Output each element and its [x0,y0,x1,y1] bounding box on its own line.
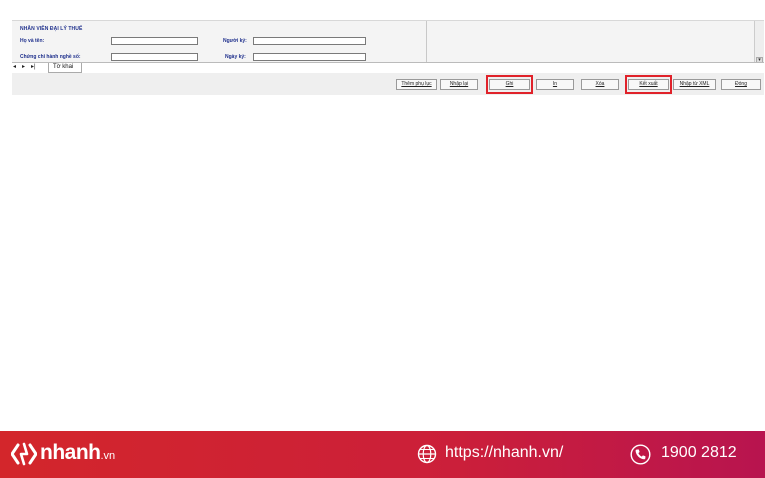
brand-main: nhanh [40,441,101,464]
brand-tld: .vn [100,450,116,462]
full-name-label: Họ và tên: [20,38,45,44]
hotline-number[interactable]: 1900 2812 [661,444,737,462]
brand-name: nhanh.vn [40,441,115,465]
certificate-label: Chứng chỉ hành nghề số: [20,54,81,60]
nhanh-logo-icon [11,442,37,466]
vertical-scrollbar[interactable]: ▾ [754,21,764,65]
panel-divider [426,21,427,65]
nav-next-icon[interactable]: ▸ [22,64,25,71]
re-enter-button[interactable]: Nhập lại [440,79,478,90]
sheet-tab-strip: ◂ ▸ ▸| Tờ khai [12,62,764,73]
delete-button[interactable]: Xóa [581,79,619,90]
globe-icon [417,444,437,464]
sign-date-input[interactable] [253,53,366,61]
tab-to-khai[interactable]: Tờ khai [48,63,83,73]
section-title: NHÂN VIÊN ĐẠI LÝ THUẾ [20,26,83,32]
action-toolbar: Thêm phụ lục Nhập lại Ghi In Xóa Kết xuấ… [12,73,764,95]
website-link[interactable]: https://nhanh.vn/ [445,444,563,462]
nav-first-icon[interactable]: ◂ [13,64,16,71]
save-highlight [486,75,533,94]
tax-agent-form: NHÂN VIÊN ĐẠI LÝ THUẾ Họ và tên: Chứng c… [12,20,764,65]
footer-banner: nhanh.vn https://nhanh.vn/ 1900 2812 [0,431,765,478]
signer-input[interactable] [253,37,366,45]
sign-date-label: Ngày ký: [225,54,246,60]
full-name-input[interactable] [111,37,198,45]
add-appendix-button[interactable]: Thêm phụ lục [396,79,437,90]
signer-label: Người ký: [223,38,247,44]
nav-last-icon[interactable]: ▸| [31,64,36,71]
phone-icon [630,444,651,465]
print-button[interactable]: In [536,79,574,90]
import-xml-button[interactable]: Nhập từ XML [673,79,716,90]
export-highlight [625,75,672,94]
certificate-input[interactable] [111,53,198,61]
close-button[interactable]: Đóng [721,79,761,90]
